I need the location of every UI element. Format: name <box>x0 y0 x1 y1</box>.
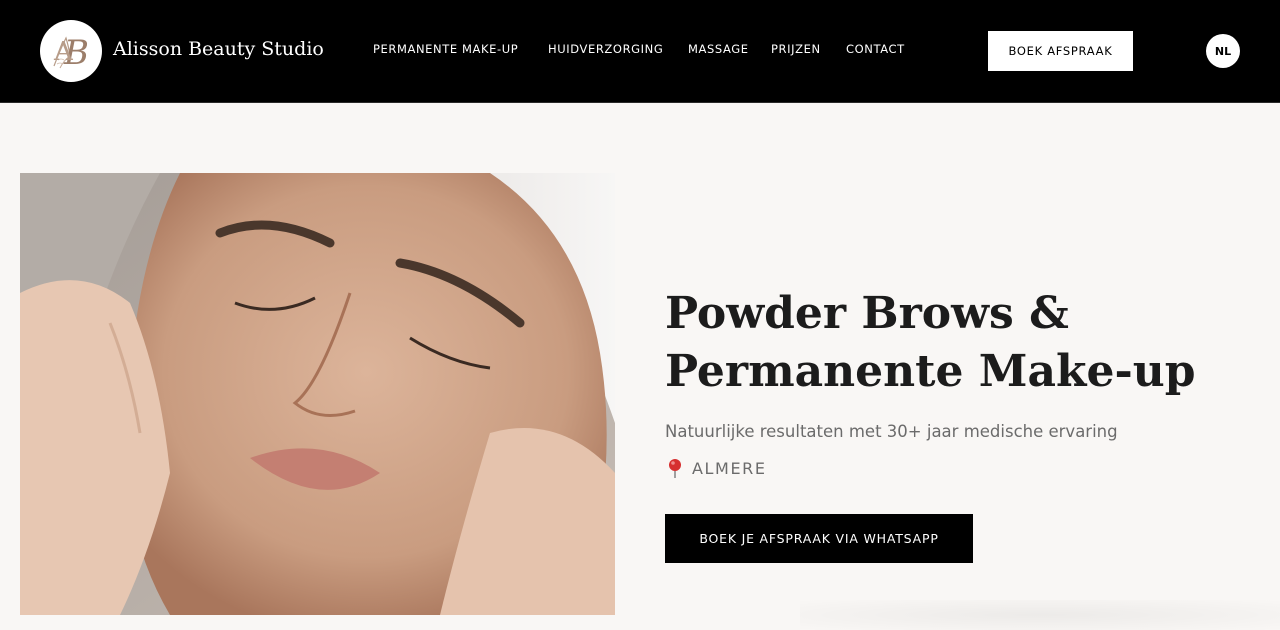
logo[interactable]: B A <box>40 20 102 82</box>
hero-title-line-1: Powder Brows & <box>665 288 1069 339</box>
hero-heading: Powder Brows & Permanente Make-up <box>665 285 1265 401</box>
hero-title: Powder Brows & Permanente Make-up <box>665 285 1265 401</box>
nav-permanente-make-up[interactable]: PERMANENTE MAKE-UP <box>373 42 518 56</box>
brand-name[interactable]: Alisson Beauty Studio <box>113 38 324 60</box>
hero-title-line-2: Permanente Make-up <box>665 346 1196 397</box>
nav-contact[interactable]: CONTACT <box>846 42 905 56</box>
face-treatment-photo-icon <box>20 173 615 615</box>
site-header: B A Alisson Beauty Studio PERMANENTE MAK… <box>0 0 1280 103</box>
nav-prijzen[interactable]: PRIJZEN <box>771 42 821 56</box>
nav-massage[interactable]: MASSAGE <box>688 42 749 56</box>
book-appointment-button[interactable]: BOEK AFSPRAAK <box>988 31 1133 71</box>
pin-icon <box>669 459 681 478</box>
hero-image <box>20 173 615 615</box>
nav-huidverzorging[interactable]: HUIDVERZORGING <box>548 42 663 56</box>
hero-subtitle: Natuurlijke resultaten met 30+ jaar medi… <box>665 422 1118 441</box>
svg-text:A: A <box>53 37 74 67</box>
monogram-icon: B A <box>53 33 89 73</box>
floating-widget-shadow <box>800 600 1280 630</box>
location-label: ALMERE <box>692 459 767 478</box>
language-switch-button[interactable]: NL <box>1206 34 1240 68</box>
whatsapp-booking-button[interactable]: BOEK JE AFSPRAAK VIA WHATSAPP <box>665 514 973 563</box>
